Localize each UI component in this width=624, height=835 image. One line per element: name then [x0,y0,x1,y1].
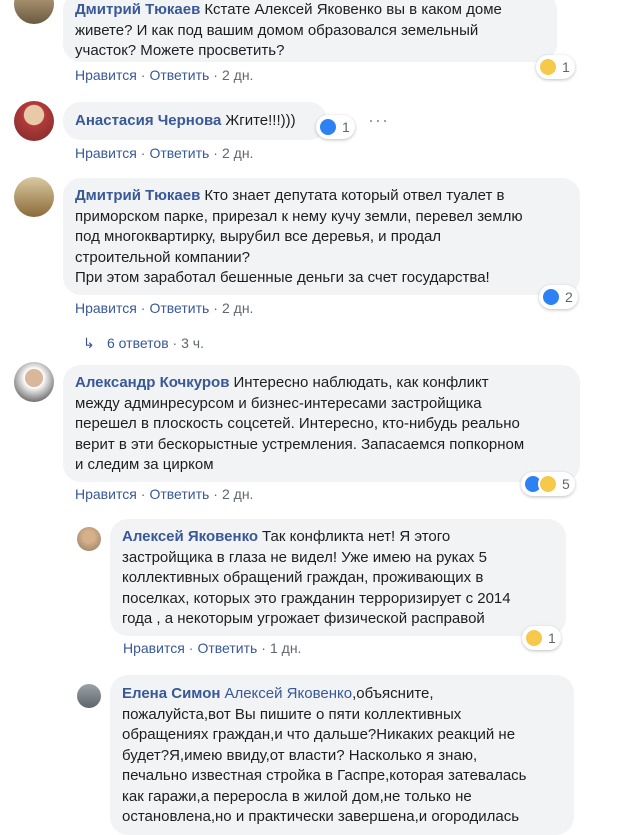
reaction-summary[interactable]: 1 [316,115,355,139]
comment-author[interactable]: Елена Симон [122,685,220,702]
reaction-summary[interactable]: 1 [522,626,561,650]
view-replies-link[interactable]: ↳ 6 ответов · 3 ч. [83,335,204,352]
comment-author[interactable]: Алексей Яковенко [122,528,258,545]
more-options-icon[interactable]: ··· [368,110,389,131]
reaction-count: 1 [548,630,556,646]
comment-text-line: перешел в плоскость соцсетей. Интересно,… [75,415,520,432]
reply-link[interactable]: Ответить [149,300,209,316]
comment-text-line: между админресурсом и бизнес-интересами … [75,394,482,412]
timestamp[interactable]: 2 дн. [222,67,253,83]
comment-actions: Нравится · Ответить · 1 дн. [123,640,302,656]
like-link[interactable]: Нравится [75,67,137,83]
comment-author[interactable]: Александр Кочкуров [75,374,229,391]
comment-text-line: года , а некоторым угрожает физической р… [122,610,485,627]
comment-text-line: под многоквартирку, вырубил все деревья,… [75,228,442,245]
comment-author[interactable]: Дмитрий Тюкаев [75,1,200,18]
comment-text-line: Кстате Алексей Яковенко вы в каком доме [204,1,502,18]
like-link[interactable]: Нравится [75,300,137,316]
comment-text: Жгите!!!))) [225,112,296,129]
comment-text-line: При этом заработал бешенные деньги за сч… [75,269,490,286]
comment-author[interactable]: Дмитрий Тюкаев [75,187,200,204]
comment-bubble: Дмитрий Тюкаев Кстате Алексей Яковенко вы… [63,0,557,62]
comment-text-line: живете? И как под вашим домом образовалс… [75,21,479,39]
comment-bubble: Дмитрий Тюкаев Кто знает депутата который… [63,178,580,295]
haha-icon [538,474,558,494]
replies-time: 3 ч. [181,335,204,351]
comment-text-line: верит в эти бескорыстные устремления. За… [75,435,525,453]
avatar[interactable] [77,684,101,708]
comment-text-line: Кто знает депутата который отвел туалет … [204,187,505,204]
like-link[interactable]: Нравится [75,145,137,161]
comment-text-line: будет?Я,имею ввиду,от власти? Насколько … [122,746,478,764]
comment-actions: Нравится · Ответить · 2 дн. [75,67,254,83]
comment-text-line: как гаражи,а переросла в жилой дом,не то… [122,787,472,805]
replies-count[interactable]: 6 ответов [107,335,169,351]
comment-actions: Нравится · Ответить · 2 дн. [75,145,254,161]
timestamp[interactable]: 1 дн. [270,640,301,656]
reply-bubble: Елена Симон Алексей Яковенко,объясните, п… [110,675,574,835]
comment-text-line: и следим за цирком [75,456,214,473]
comment-text-line: ,объясните, [352,685,434,702]
reply-link[interactable]: Ответить [149,67,209,83]
like-link[interactable]: Нравится [75,486,137,502]
reply-link[interactable]: Ответить [197,640,257,656]
avatar[interactable] [14,0,54,24]
reply-bubble: Алексей Яковенко Так конфликта нет! Я это… [110,519,566,636]
avatar[interactable] [77,527,101,551]
comment-text-line: печально известная стройка в Гаспре,кото… [122,767,527,784]
comment-text-line: строительной компании? [75,248,250,266]
comment-text-line: участок? Можете просветить? [75,42,285,59]
comment-text-line: обращениях граждан,и что дальше?Никаких … [122,726,516,743]
comment-bubble: Анастасия Чернова Жгите!!!))) [63,102,327,140]
comment-text-line: остановлена,но и практически завершена,и… [122,808,520,825]
comment-text-line: Так конфликта нет! Я этого [262,528,451,545]
comment-text-line: коллективных обращений граждан, проживаю… [122,569,484,586]
avatar[interactable] [14,177,54,217]
reaction-summary[interactable]: 5 [521,472,575,496]
reaction-count: 2 [565,289,573,305]
comment-text-line: поселках, которых это гражданин террориз… [122,589,511,607]
reaction-summary[interactable]: 1 [536,55,575,79]
reaction-count: 1 [342,119,350,135]
comment-text-line: Интересно наблюдать, как конфликт [233,374,489,391]
like-link[interactable]: Нравится [123,640,185,656]
reply-arrow-icon: ↳ [83,335,95,351]
timestamp[interactable]: 2 дн. [222,300,253,316]
mention-link[interactable]: Алексей Яковенко [224,685,352,702]
timestamp[interactable]: 2 дн. [222,486,253,502]
like-icon [318,117,338,137]
comment-author[interactable]: Анастасия Чернова [75,112,221,129]
wow-icon [524,628,544,648]
comment-actions: Нравится · Ответить · 2 дн. [75,486,254,502]
avatar[interactable] [14,362,54,402]
reply-link[interactable]: Ответить [149,486,209,502]
comment-actions: Нравится · Ответить · 2 дн. [75,300,254,316]
comment-text-line: пожалуйста,вот Вы пишите о пяти коллекти… [122,705,462,723]
like-icon [541,287,561,307]
comment-text-line: приморском парке, прирезал к нему кучу з… [75,207,523,225]
reaction-count: 5 [562,476,570,492]
reaction-summary[interactable]: 2 [539,285,578,309]
reply-link[interactable]: Ответить [149,145,209,161]
comment-bubble: Александр Кочкуров Интересно наблюдать, к… [63,365,580,482]
wow-icon [538,57,558,77]
comment-text-line: застройщика в глаза не видел! Уже имею н… [122,548,487,566]
avatar[interactable] [14,101,54,141]
reaction-count: 1 [562,59,570,75]
timestamp[interactable]: 2 дн. [222,145,253,161]
